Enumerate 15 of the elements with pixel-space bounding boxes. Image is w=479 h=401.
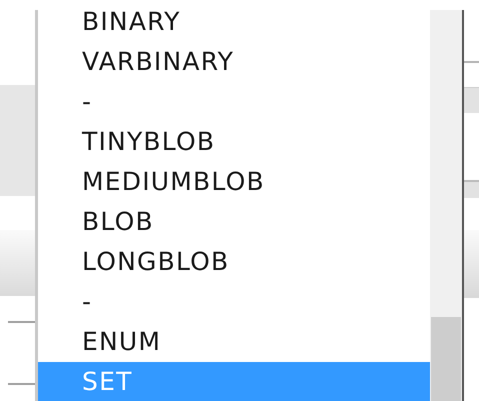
dropdown-item[interactable]: ENUM (38, 322, 430, 362)
panel-background (0, 230, 35, 296)
dropdown-item[interactable]: VARBINARY (38, 42, 430, 82)
dropdown-item[interactable]: - (38, 282, 430, 322)
dropdown-item[interactable]: LONGBLOB (38, 242, 430, 282)
panel-background (464, 230, 479, 298)
panel-background (464, 87, 479, 113)
dropdown-item[interactable]: BINARY (38, 10, 430, 42)
dropdown-item[interactable]: - (38, 82, 430, 122)
dropdown-item[interactable]: BLOB (38, 202, 430, 242)
scrollbar-track[interactable] (430, 10, 462, 401)
scrollbar-thumb[interactable] (431, 317, 461, 401)
dropdown-item[interactable]: TINYBLOB (38, 122, 430, 162)
dropdown-item[interactable]: MEDIUMBLOB (38, 162, 430, 202)
panel-background (464, 180, 479, 198)
